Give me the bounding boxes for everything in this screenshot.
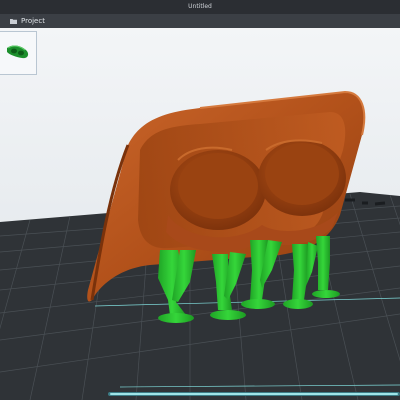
model-thumbnail-icon[interactable]: [4, 42, 32, 62]
object-list-panel: [0, 31, 37, 75]
scrollbar-thumb[interactable]: [110, 393, 398, 395]
menu-item-project[interactable]: Project: [21, 14, 45, 28]
horizontal-scrollbar[interactable]: [108, 392, 400, 396]
viewport-canvas[interactable]: [0, 28, 400, 400]
3d-viewport[interactable]: [0, 28, 400, 400]
window-title: Untitled: [188, 3, 212, 10]
window-title-bar: Untitled: [0, 0, 400, 14]
menu-bar: Project: [0, 14, 400, 28]
folder-icon: [10, 19, 17, 24]
